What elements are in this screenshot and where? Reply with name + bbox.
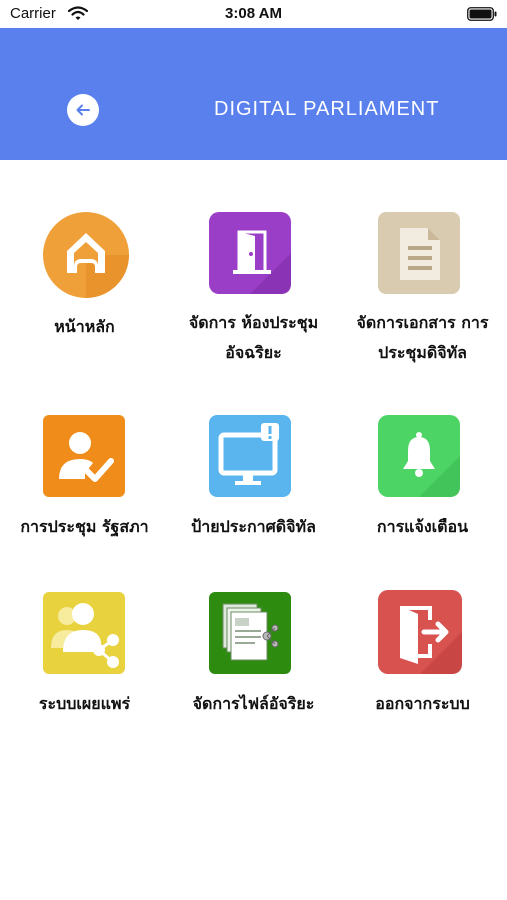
menu-label-digital-signage: ป้ายประกาศดิจิทัล [191, 517, 316, 536]
menu-tile-logout[interactable]: ออกจากระบบ [338, 582, 507, 732]
menu-label-smart-meeting-room: จัดการ ห้องประชุม อัจฉริยะ [188, 313, 319, 362]
menu-tile-parliament-meeting[interactable]: การประชุม รัฐสภา [0, 405, 169, 555]
menu-label-publishing-system: ระบบเผยแพร่ [38, 694, 131, 713]
battery-icon [467, 7, 497, 21]
menu-tile-smart-meeting-room[interactable]: จัดการ ห้องประชุม อัจฉริยะ [169, 200, 338, 370]
menu-label-smart-file-management: จัดการไฟล์อัจริยะ [192, 694, 315, 713]
menu-tile-smart-file-management[interactable]: จัดการไฟล์อัจริยะ [169, 582, 338, 732]
menu-label-digital-documents: จัดการเอกสาร การ ประชุมดิจิทัล [356, 313, 489, 362]
menu-tile-digital-documents[interactable]: จัดการเอกสาร การ ประชุมดิจิทัล [338, 200, 507, 370]
user-check-icon [43, 415, 125, 497]
app-header: DIGITAL PARLIAMENT [0, 28, 507, 160]
app-title: DIGITAL PARLIAMENT [214, 98, 440, 120]
menu-tile-publishing-system[interactable]: ระบบเผยแพร่ [0, 582, 169, 732]
home-icon [43, 212, 129, 298]
status-bar: Carrier 3:08 AM [0, 0, 507, 28]
back-button[interactable] [67, 94, 99, 126]
monitor-alert-icon [209, 415, 291, 497]
menu-label-home: หน้าหลัก [54, 317, 115, 336]
menu-tile-notifications[interactable]: การแจ้งเตือน [338, 405, 507, 555]
menu-tile-digital-signage[interactable]: ป้ายประกาศดิจิทัล [169, 405, 338, 555]
menu-tile-home[interactable]: หน้าหลัก [0, 200, 169, 370]
door-icon [209, 212, 291, 294]
file-share-icon [209, 592, 291, 674]
menu-label-logout: ออกจากระบบ [375, 694, 470, 713]
bell-icon [378, 415, 460, 497]
menu-label-notifications: การแจ้งเตือน [376, 517, 469, 536]
logout-icon [378, 590, 462, 674]
back-arrow-icon [76, 104, 90, 116]
clock: 3:08 AM [225, 5, 282, 22]
menu-label-parliament-meeting: การประชุม รัฐสภา [20, 517, 149, 536]
document-icon [378, 212, 460, 294]
share-users-icon [43, 592, 125, 674]
